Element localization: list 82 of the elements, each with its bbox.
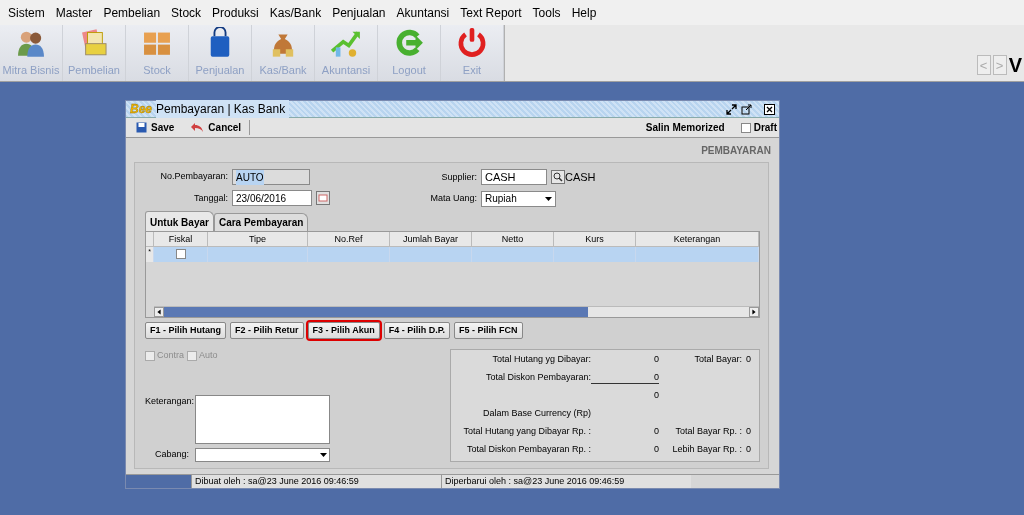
window-title: Pembayaran | Kas Bank <box>156 100 290 118</box>
summary-label: Total Bayar Rp. : <box>675 425 742 436</box>
function-button[interactable]: F2 - Pilih Retur <box>230 321 304 339</box>
field-label: Cabang: <box>153 447 190 461</box>
column-header[interactable]: Jumlah Bayar <box>390 231 472 247</box>
checkbox-label: Draft <box>753 121 777 135</box>
number-field: AUTO <box>232 169 310 186</box>
menu-item[interactable]: Produksi <box>208 3 266 22</box>
status-text: Dibuat oleh : sa@23 June 2016 09:46:59 <box>191 474 441 488</box>
field-label: Supplier: <box>440 170 477 184</box>
restore-icon[interactable] <box>726 103 737 115</box>
summary-label: Lebih Bayar Rp. : <box>672 443 742 454</box>
checkbox-label: Contra <box>157 349 184 362</box>
search-icon[interactable] <box>551 170 565 185</box>
save-icon <box>136 122 147 133</box>
summary-label: Dalam Base Currency (Rp) <box>482 407 591 418</box>
tab[interactable]: Cara Pembayaran <box>213 212 309 231</box>
summary-value: 0 <box>654 354 659 364</box>
maximize-icon[interactable] <box>741 103 752 115</box>
summary-label: Total Bayar: <box>694 354 742 364</box>
menu-item[interactable]: Tools <box>528 3 568 22</box>
currency-select[interactable]: Rupiah <box>481 190 556 207</box>
menu-letter: V <box>1008 55 1022 75</box>
right-arrow-icon[interactable] <box>749 306 759 317</box>
menu-item[interactable]: Pembelian <box>99 3 168 22</box>
column-header[interactable]: Tipe <box>208 231 308 247</box>
salin-memorized-label: Salin Memorized <box>645 121 725 135</box>
summary-label: Total Hutang yg Dibayar: <box>492 354 591 364</box>
summary-value: 0 <box>654 425 659 436</box>
menu-item[interactable]: Master <box>51 3 100 22</box>
grid-corner <box>146 231 154 247</box>
branch-select[interactable] <box>195 447 330 462</box>
function-button[interactable]: F1 - Pilih Hutang <box>145 321 226 339</box>
column-header[interactable]: Fiskal <box>154 231 208 247</box>
menu-item[interactable]: Sistem <box>4 3 52 22</box>
summary-label: Total Hutang yang Dibayar Rp. : <box>463 425 591 436</box>
menu-item[interactable]: Text Report <box>456 3 529 22</box>
form-header: PEMBAYARAN <box>700 144 772 158</box>
notes-field[interactable] <box>195 394 330 444</box>
field-label: No.Pembayaran: <box>159 170 228 184</box>
tab[interactable]: Untuk Bayar <box>145 210 214 231</box>
dropdown-arrow-icon <box>545 196 552 201</box>
supplier-name: CASH <box>565 170 596 185</box>
app-logo: Bee <box>130 101 152 118</box>
dropdown-arrow-icon <box>320 452 327 457</box>
summary-label: Total Diskon Pembayaran Rp. : <box>466 443 591 454</box>
status-text: Diperbarui oleh : sa@23 June 2016 09:46:59 <box>441 474 691 488</box>
column-header[interactable]: Keterangan <box>636 231 759 247</box>
summary-value: 0 <box>746 443 751 454</box>
field-label: Tanggal: <box>192 191 228 205</box>
column-header[interactable]: Netto <box>472 231 554 247</box>
field-label: Mata Uang: <box>429 191 477 205</box>
summary-value: 0 <box>746 425 751 436</box>
summary-value: 0 <box>746 354 751 364</box>
summary-value: 0 <box>654 443 659 454</box>
function-button[interactable]: F3 - Pilih Akun <box>307 321 380 339</box>
function-button[interactable]: F4 - Pilih D.P. <box>383 321 451 339</box>
menu-item[interactable]: Help <box>567 3 604 22</box>
menu-item[interactable]: Akuntansi <box>392 3 457 22</box>
checkbox-label: Auto <box>199 349 218 362</box>
menu-item[interactable]: Penjualan <box>328 3 393 22</box>
supplier-field[interactable]: CASH <box>481 169 547 186</box>
left-arrow-icon[interactable] <box>154 306 164 317</box>
cancel-button[interactable]: Cancel <box>182 120 250 135</box>
column-header[interactable]: No.Ref <box>308 231 390 247</box>
summary-value: 0 <box>654 371 659 382</box>
summary-label: Total Diskon Pembayaran: <box>485 371 591 382</box>
date-field[interactable]: 23/06/2016 <box>232 190 312 207</box>
fiskal-checkbox[interactable] <box>175 249 186 259</box>
close-icon[interactable] <box>764 103 775 115</box>
column-header[interactable]: Kurs <box>554 231 636 247</box>
menu-item[interactable]: Stock <box>167 3 209 22</box>
field-label: Keterangan: <box>145 394 195 408</box>
function-button[interactable]: F5 - Pilih FCN <box>454 321 523 339</box>
draft-checkbox[interactable] <box>740 122 751 133</box>
horizontal-scrollbar[interactable] <box>154 305 759 317</box>
calendar-icon[interactable] <box>316 191 330 206</box>
summary-value: 0 <box>654 389 659 400</box>
undo-arrow-icon <box>190 122 205 133</box>
status-indicator <box>126 474 191 488</box>
menu-item[interactable]: Kas/Bank <box>265 3 329 22</box>
save-button[interactable]: Save <box>128 120 183 135</box>
